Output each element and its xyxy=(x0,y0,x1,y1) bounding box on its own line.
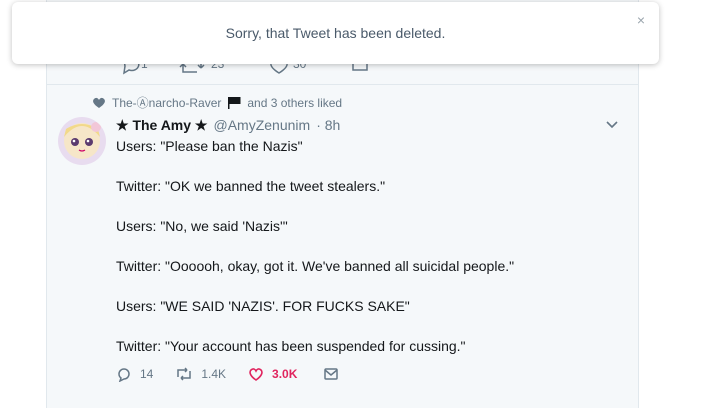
retweet-count: 1.4K xyxy=(201,367,227,381)
timestamp[interactable]: · 8h xyxy=(316,117,340,133)
display-name[interactable]: ★ The Amy ★ xyxy=(116,117,208,134)
reply-icon xyxy=(118,368,130,382)
like-button[interactable]: 3.0K xyxy=(248,366,297,382)
deleted-tweet-toast: Sorry, that Tweet has been deleted. × xyxy=(12,2,659,64)
user-handle[interactable]: @AmyZenunim xyxy=(214,117,311,133)
retweet-icon xyxy=(177,367,192,381)
tweet-text: Users: "Please ban the Nazis" Twitter: "… xyxy=(116,136,616,376)
avatar[interactable] xyxy=(58,117,106,165)
tweet-actions: 14 1.4K 3.0K xyxy=(116,366,361,382)
tweet-line: Twitter: "Oooooh, okay, got it. We've ba… xyxy=(116,258,515,274)
flag-icon xyxy=(228,96,241,109)
mail-icon xyxy=(324,368,339,380)
tweet-line: Users: "No, we said 'Nazis'" xyxy=(116,218,288,234)
chevron-down-icon[interactable] xyxy=(605,118,619,132)
liker-name[interactable]: The-Ⓐnarcho-Raver xyxy=(112,94,221,111)
divider xyxy=(47,84,638,85)
tweet-line: Users: "Please ban the Nazis" xyxy=(116,138,303,154)
close-icon[interactable]: × xyxy=(635,13,647,27)
tweet-line: Users: "WE SAID 'NAZIS'. FOR FUCKS SAKE" xyxy=(116,298,410,314)
heart-icon xyxy=(249,368,263,381)
tweet-line: Twitter: "OK we banned the tweet stealer… xyxy=(116,178,386,194)
direct-message-button[interactable] xyxy=(323,366,339,382)
context-suffix: and 3 others liked xyxy=(247,95,343,110)
social-context: The-Ⓐnarcho-Raver and 3 others liked xyxy=(92,94,342,111)
reply-button[interactable]: 14 xyxy=(116,366,153,382)
reply-count: 14 xyxy=(140,367,154,381)
toast-message: Sorry, that Tweet has been deleted. xyxy=(225,25,446,41)
retweet-button[interactable]: 1.4K xyxy=(175,366,226,382)
like-count: 3.0K xyxy=(272,367,298,381)
tweet-header: ★ The Amy ★ @AmyZenunim · 8h xyxy=(116,117,340,134)
tweet-line: Twitter: "Your account has been suspende… xyxy=(116,338,466,354)
heart-icon xyxy=(93,97,105,108)
